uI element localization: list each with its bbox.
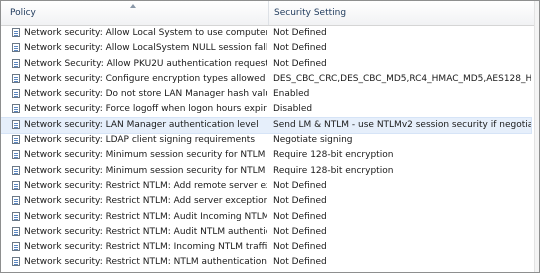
- policy-name: Network security: Allow LocalSystem NULL…: [24, 43, 267, 54]
- policy-cell: Network security: LDAP client signing re…: [1, 133, 267, 148]
- security-setting-value: Not Defined: [273, 211, 327, 222]
- policy-name: Network security: Allow Local System to …: [24, 28, 267, 38]
- table-row[interactable]: Network security: Restrict NTLM: Audit N…: [1, 225, 531, 240]
- security-setting-value: Not Defined: [273, 242, 327, 253]
- sort-ascending-icon: [130, 4, 136, 8]
- security-setting-value: Require 128-bit encryption: [273, 150, 394, 161]
- table-row[interactable]: Network security: Restrict NTLM: Add ser…: [1, 194, 531, 209]
- policy-cell: Network security: Restrict NTLM: Incomin…: [1, 240, 267, 255]
- policy-name: Network security: LAN Manager authentica…: [24, 119, 259, 130]
- security-setting-value: Negotiate signing: [273, 135, 353, 146]
- policy-cell: Network security: Restrict NTLM: NTLM au…: [1, 255, 267, 270]
- security-setting-value: Disabled: [273, 104, 313, 115]
- security-setting-value: Not Defined: [273, 257, 327, 268]
- policy-rows: Network security: Allow Local System to …: [1, 26, 532, 272]
- table-row[interactable]: Network security: Allow Local System to …: [1, 26, 531, 41]
- security-setting-value: Not Defined: [273, 43, 327, 54]
- policy-icon: [12, 73, 20, 83]
- column-header: Policy Security Setting: [1, 1, 537, 26]
- policy-icon: [12, 58, 20, 68]
- security-setting-value: Enabled: [273, 89, 310, 100]
- policy-name: Network security: Restrict NTLM: Add rem…: [24, 180, 267, 191]
- policy-name: Network security: LDAP client signing re…: [24, 135, 256, 146]
- policy-icon: [12, 28, 20, 37]
- table-row[interactable]: Network security: Force logoff when logo…: [1, 102, 531, 117]
- table-row[interactable]: Network Security: Allow PKU2U authentica…: [1, 57, 531, 72]
- policy-cell: Network security: Allow Local System to …: [1, 26, 267, 41]
- table-row[interactable]: Network security: Restrict NTLM: Audit I…: [1, 210, 531, 225]
- policy-icon: [12, 180, 20, 190]
- policy-cell: Network security: LAN Manager authentica…: [1, 118, 267, 133]
- policy-icon: [12, 226, 20, 236]
- column-header-security-setting[interactable]: Security Setting: [269, 1, 537, 25]
- policy-icon: [12, 43, 20, 53]
- policy-cell: Network security: Restrict NTLM: Add rem…: [1, 179, 267, 194]
- table-row[interactable]: Network security: LDAP client signing re…: [1, 133, 531, 148]
- column-header-policy-label: Policy: [10, 8, 36, 18]
- table-row[interactable]: Network security: Allow LocalSystem NULL…: [1, 41, 531, 56]
- policy-name: Network security: Restrict NTLM: Add ser…: [24, 196, 267, 207]
- policy-cell: Network security: Restrict NTLM: Add ser…: [1, 194, 267, 209]
- policy-icon: [12, 165, 20, 175]
- policy-name: Network security: Force logoff when logo…: [24, 104, 267, 115]
- policy-icon: [12, 89, 20, 99]
- table-row[interactable]: Network security: LAN Manager authentica…: [1, 116, 532, 135]
- policy-name: Network Security: Allow PKU2U authentica…: [24, 58, 267, 69]
- policy-cell: Network Security: Allow PKU2U authentica…: [1, 57, 267, 72]
- policy-name: Network security: Do not store LAN Manag…: [24, 89, 267, 100]
- policy-cell: Network security: Do not store LAN Manag…: [1, 87, 267, 102]
- security-setting-value: Not Defined: [273, 196, 327, 207]
- policy-cell: Network security: Configure encryption t…: [1, 72, 267, 87]
- policy-name: Network security: Minimum session securi…: [24, 165, 267, 176]
- policy-icon: [12, 257, 20, 267]
- policy-cell: Network security: Allow LocalSystem NULL…: [1, 41, 267, 56]
- policy-cell: Network security: Restrict NTLM: Audit N…: [1, 225, 267, 240]
- security-setting-value: Send LM & NTLM - use NTLMv2 session secu…: [273, 119, 531, 130]
- security-setting-value: Not Defined: [273, 58, 327, 69]
- policy-list-view: Policy Security Setting Network security…: [0, 0, 540, 273]
- policy-icon: [12, 242, 20, 252]
- policy-icon: [12, 104, 20, 114]
- security-setting-value: Not Defined: [273, 180, 327, 191]
- policy-cell: Network security: Minimum session securi…: [1, 164, 267, 179]
- table-row[interactable]: Network security: Restrict NTLM: NTLM au…: [1, 255, 531, 270]
- policy-name: Network security: Restrict NTLM: NTLM au…: [24, 257, 267, 268]
- policy-icon: [12, 119, 20, 129]
- table-row[interactable]: Network security: Minimum session securi…: [1, 148, 531, 163]
- vertical-scrollbar[interactable]: [534, 1, 539, 272]
- policy-name: Network security: Restrict NTLM: Audit I…: [24, 211, 267, 222]
- policy-icon: [12, 135, 20, 145]
- table-row[interactable]: Network security: Restrict NTLM: Add rem…: [1, 179, 531, 194]
- policy-cell: Network security: Minimum session securi…: [1, 148, 267, 163]
- table-row[interactable]: Network security: Minimum session securi…: [1, 164, 531, 179]
- table-row[interactable]: Network security: Configure encryption t…: [1, 72, 531, 87]
- policy-name: Network security: Restrict NTLM: Audit N…: [24, 226, 267, 237]
- security-setting-value: Not Defined: [273, 28, 327, 38]
- policy-icon: [12, 211, 20, 221]
- policy-cell: Network security: Force logoff when logo…: [1, 102, 267, 117]
- column-header-policy[interactable]: Policy: [1, 1, 269, 25]
- table-row[interactable]: Network security: Restrict NTLM: Incomin…: [1, 240, 531, 255]
- policy-icon: [12, 196, 20, 206]
- security-setting-value: Not Defined: [273, 226, 327, 237]
- policy-cell: Network security: Restrict NTLM: Audit I…: [1, 210, 267, 225]
- policy-name: Network security: Restrict NTLM: Incomin…: [24, 242, 267, 253]
- security-setting-value: DES_CBC_CRC,DES_CBC_MD5,RC4_HMAC_MD5,AES…: [273, 73, 531, 84]
- table-row[interactable]: Network security: Do not store LAN Manag…: [1, 87, 531, 102]
- security-setting-value: Require 128-bit encryption: [273, 165, 394, 176]
- policy-icon: [12, 150, 20, 160]
- policy-name: Network security: Minimum session securi…: [24, 150, 267, 161]
- policy-name: Network security: Configure encryption t…: [24, 73, 267, 84]
- column-header-security-setting-label: Security Setting: [274, 8, 347, 18]
